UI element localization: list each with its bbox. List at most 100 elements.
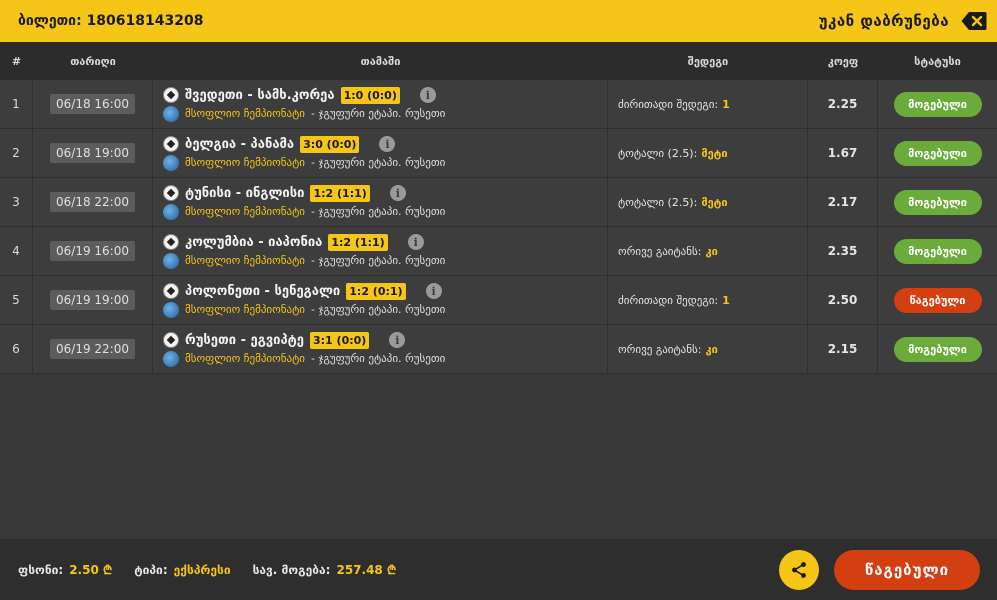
back-button[interactable]: უკან დაბრუნება (819, 11, 987, 31)
info-icon[interactable]: i (379, 136, 396, 152)
match-date: 06/18 16:00 (50, 94, 135, 114)
soccer-ball-icon (163, 87, 179, 103)
backspace-x-icon (961, 12, 987, 30)
info-icon[interactable]: i (389, 185, 406, 201)
status-badge: მოგებული (893, 140, 982, 166)
match-date: 06/19 16:00 (50, 241, 135, 261)
league-stage: - ჯგუფური ეტაპი. რუსეთი (311, 303, 446, 316)
result-label: ორივე გაიტანს: (618, 244, 702, 258)
info-icon[interactable]: i (389, 332, 406, 348)
league-name: მსოფლიო ჩემპიონატი (185, 156, 305, 169)
status-badge: მოგებული (893, 91, 982, 117)
league-name: მსოფლიო ჩემპიონატი (185, 303, 305, 316)
league-stage: - ჯგუფური ეტაპი. რუსეთი (311, 156, 446, 169)
match-teams: ტუნისი - ინგლისი (185, 185, 305, 201)
ticket-header: ბილეთი: 180618143208 უკან დაბრუნება (0, 0, 997, 42)
result-label: ორივე გაიტანს: (618, 342, 702, 356)
result-value: კი (705, 342, 718, 356)
table-row: 1 06/18 16:00 შვედეთი - სამხ.კორეა 1:0 (… (0, 80, 997, 129)
match-teams: შვედეთი - სამხ.კორეა (185, 87, 335, 103)
globe-icon (163, 301, 179, 318)
match-teams: ბელგია - პანამა (185, 136, 295, 152)
stake-label: ფსონი: (18, 562, 64, 577)
result-label: ტოტალი (2.5): (618, 146, 698, 160)
stake-value: 2.50 ₾ (69, 563, 113, 577)
globe-icon (163, 252, 179, 269)
odd-value: 2.25 (808, 80, 878, 128)
match-teams: რუსეთი - ეგვიპტე (185, 332, 304, 348)
odd-value: 2.35 (808, 227, 878, 275)
soccer-ball-icon (163, 234, 179, 250)
header-game: თამაში (360, 54, 401, 68)
table-row: 3 06/18 22:00 ტუნისი - ინგლისი 1:2 (1:1)… (0, 178, 997, 227)
potential-win-info: სავ. მოგება: 257.48 ₾ (253, 561, 397, 578)
odd-value: 2.15 (808, 325, 878, 373)
result-value: კი (705, 244, 718, 258)
row-number: 4 (0, 227, 33, 275)
ticket-footer: ფსონი: 2.50 ₾ ტიპი: ექსპრესი სავ. მოგება… (0, 539, 997, 600)
match-score: 1:2 (1:1) (310, 184, 370, 202)
potential-value: 257.48 ₾ (336, 563, 397, 577)
match-score: 3:1 (0:0) (310, 331, 370, 349)
result-value: 1 (722, 293, 730, 307)
soccer-ball-icon (163, 332, 179, 348)
status-badge: მოგებული (893, 189, 982, 215)
odd-value: 2.50 (808, 276, 878, 324)
type-value: ექსპრესი (173, 562, 231, 577)
header-date: თარიღი (70, 54, 116, 68)
share-button[interactable] (779, 550, 819, 590)
status-badge: მოგებული (893, 336, 982, 362)
table-row: 4 06/19 16:00 კოლუმბია - იაპონია 1:2 (1:… (0, 227, 997, 276)
match-score: 1:2 (0:1) (346, 282, 406, 300)
info-icon[interactable]: i (407, 234, 424, 250)
info-icon[interactable]: i (425, 283, 442, 299)
match-date: 06/18 22:00 (50, 192, 135, 212)
status-badge: მოგებული (893, 238, 982, 264)
stake-info: ფსონი: 2.50 ₾ (18, 561, 112, 578)
match-score: 3:0 (0:0) (300, 135, 360, 153)
globe-icon (163, 203, 179, 220)
match-teams: პოლონეთი - სენეგალი (185, 283, 341, 299)
ticket-number: ბილეთი: 180618143208 (18, 13, 204, 29)
result-value: მეტი (701, 195, 728, 209)
header-odd: კოეფ (827, 54, 859, 68)
result-label: ტოტალი (2.5): (618, 195, 698, 209)
match-date: 06/19 22:00 (50, 339, 135, 359)
bet-type-info: ტიპი: ექსპრესი (134, 563, 230, 577)
league-name: მსოფლიო ჩემპიონატი (185, 352, 305, 365)
league-name: მსოფლიო ჩემპიონატი (185, 205, 305, 218)
globe-icon (163, 154, 179, 171)
back-label: უკან დაბრუნება (818, 12, 949, 30)
soccer-ball-icon (163, 283, 179, 299)
table-row: 5 06/19 19:00 პოლონეთი - სენეგალი 1:2 (0… (0, 276, 997, 325)
row-number: 1 (0, 80, 33, 128)
header-status: სტატუსი (914, 54, 961, 68)
odd-value: 2.17 (808, 178, 878, 226)
result-label: ძირითადი შედეგი: (618, 97, 719, 111)
globe-icon (163, 350, 179, 367)
league-stage: - ჯგუფური ეტაპი. რუსეთი (311, 107, 446, 120)
soccer-ball-icon (163, 185, 179, 201)
result-label: ძირითადი შედეგი: (618, 293, 719, 307)
league-name: მსოფლიო ჩემპიონატი (185, 107, 305, 120)
result-value: მეტი (701, 146, 728, 160)
table-row: 2 06/18 19:00 ბელგია - პანამა 3:0 (0:0) … (0, 129, 997, 178)
league-stage: - ჯგუფური ეტაპი. რუსეთი (311, 254, 446, 267)
globe-icon (163, 105, 179, 122)
info-icon[interactable]: i (419, 87, 436, 103)
final-status-button[interactable]: წაგებული (834, 550, 980, 590)
table-row: 6 06/19 22:00 რუსეთი - ეგვიპტე 3:1 (0:0)… (0, 325, 997, 374)
league-stage: - ჯგუფური ეტაპი. რუსეთი (311, 205, 446, 218)
match-score: 1:0 (0:0) (340, 86, 400, 104)
soccer-ball-icon (163, 136, 179, 152)
status-badge: წაგებული (893, 287, 982, 313)
row-number: 2 (0, 129, 33, 177)
header-number: # (11, 54, 22, 68)
type-label: ტიპი: (134, 562, 168, 577)
header-result: შედეგი (687, 54, 729, 68)
bets-table-body: 1 06/18 16:00 შვედეთი - სამხ.კორეა 1:0 (… (0, 80, 997, 374)
match-teams: კოლუმბია - იაპონია (185, 234, 323, 250)
row-number: 5 (0, 276, 33, 324)
row-number: 6 (0, 325, 33, 373)
match-score: 1:2 (1:1) (328, 233, 388, 251)
